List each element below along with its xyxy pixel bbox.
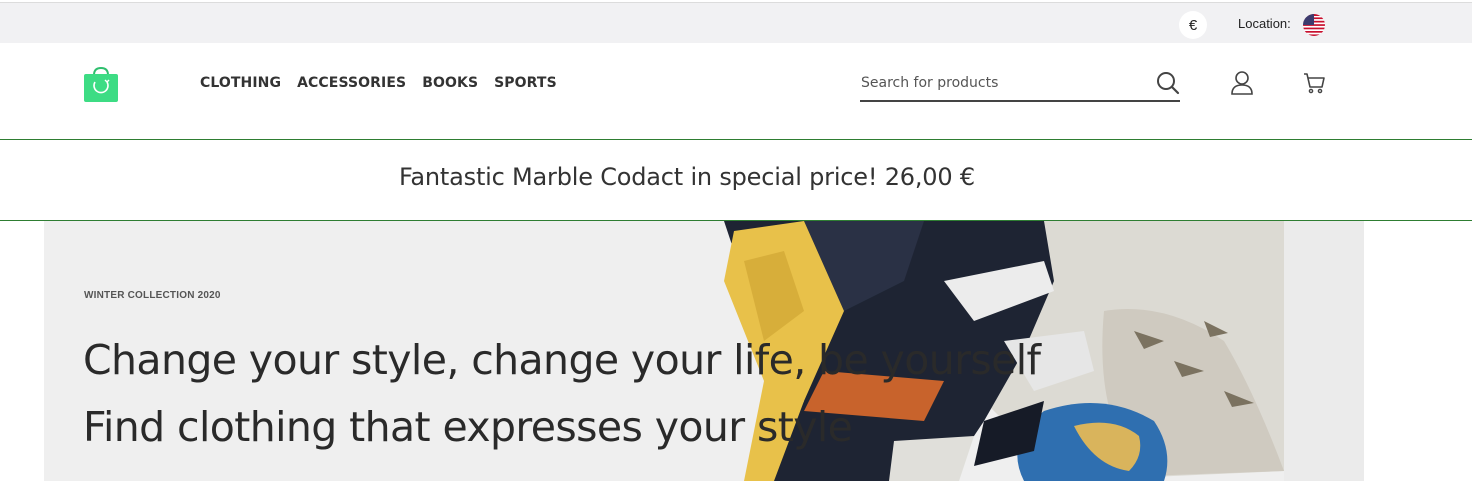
search-icon[interactable] bbox=[1156, 71, 1180, 95]
search-input[interactable] bbox=[860, 69, 1141, 97]
collection-tag: WINTER COLLECTION 2020 bbox=[84, 290, 221, 301]
promo-banner[interactable]: Fantastic Marble Codact in special price… bbox=[0, 140, 1472, 221]
us-flag-icon[interactable] bbox=[1303, 14, 1325, 36]
nav-item-sports[interactable]: SPORTS bbox=[494, 75, 557, 91]
search-box bbox=[860, 69, 1180, 102]
hero-subheadline: Find clothing that expresses your style bbox=[83, 403, 853, 451]
cart-icon[interactable] bbox=[1302, 71, 1326, 95]
promo-text: Fantastic Marble Codact in special price… bbox=[399, 163, 975, 191]
nav-item-books[interactable]: BOOKS bbox=[422, 75, 478, 91]
top-bar: € Location: bbox=[0, 2, 1472, 44]
nav-item-clothing[interactable]: CLOTHING bbox=[200, 75, 281, 91]
currency-button[interactable]: € bbox=[1179, 11, 1207, 39]
user-icon[interactable] bbox=[1230, 70, 1254, 96]
nav-item-accessories[interactable]: ACCESSORIES bbox=[297, 75, 406, 91]
shopping-bag-icon[interactable] bbox=[82, 65, 120, 103]
hero-headline: Change your style, change your life, be … bbox=[83, 336, 1041, 384]
main-nav: CLOTHING ACCESSORIES BOOKS SPORTS bbox=[200, 75, 557, 91]
location-label: Location: bbox=[1238, 16, 1291, 31]
hero-banner: WINTER COLLECTION 2020 Change your style… bbox=[44, 221, 1364, 481]
site-header: CLOTHING ACCESSORIES BOOKS SPORTS bbox=[0, 43, 1472, 140]
